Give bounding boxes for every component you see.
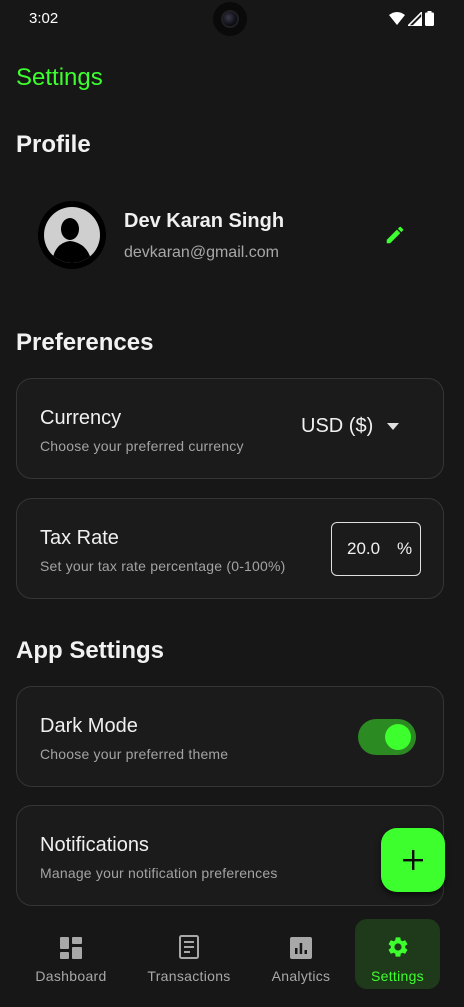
profile-name: Dev Karan Singh [124,210,285,232]
edit-profile-button[interactable] [380,220,410,250]
person-silhouette-icon [52,218,92,263]
nav-item-transactions[interactable]: Transactions [139,919,239,989]
section-title-preferences: Preferences [16,329,154,356]
section-title-profile: Profile [16,131,91,158]
profile-email: devkaran@gmail.com [124,244,279,261]
currency-subtitle: Choose your preferred currency [40,438,244,454]
notifications-subtitle: Manage your notification preferences [40,865,278,881]
tax-rate-card: Tax Rate Set your tax rate percentage (0… [16,498,444,599]
nav-item-settings[interactable]: Settings [355,919,440,989]
tax-rate-suffix: % [397,539,413,558]
avatar[interactable] [38,201,106,269]
tax-rate-subtitle: Set your tax rate percentage (0-100%) [40,558,286,574]
page-title: Settings [16,64,103,91]
currency-card: Currency Choose your preferred currency … [16,378,444,479]
dropdown-arrow-icon [387,423,400,430]
nav-item-dashboard[interactable]: Dashboard [26,919,116,989]
dark-mode-subtitle: Choose your preferred theme [40,746,229,762]
currency-title: Currency [40,407,122,429]
dashboard-icon [60,937,82,959]
nav-item-analytics[interactable]: Analytics [262,919,340,989]
nav-label-analytics: Analytics [271,968,331,984]
currency-dropdown[interactable]: USD ($) [301,415,400,438]
battery-icon [425,11,434,26]
camera-cutout [213,2,247,36]
bottom-nav: Dashboard Transactions Analytics Setting… [0,907,464,1007]
tax-rate-field[interactable]: % [331,522,421,576]
notifications-card[interactable]: Notifications Manage your notification p… [16,805,444,906]
tax-rate-title: Tax Rate [40,527,119,549]
gear-icon [388,937,407,957]
status-bar: 3:02 [0,0,464,38]
add-fab-button[interactable] [381,828,445,892]
dark-mode-toggle[interactable] [358,719,416,755]
notifications-title: Notifications [40,834,149,856]
wifi-icon [389,12,405,25]
dark-mode-card: Dark Mode Choose your preferred theme [16,686,444,787]
receipt-icon [179,935,199,959]
status-icons [389,11,434,26]
signal-icon [408,11,422,26]
analytics-icon [290,937,312,959]
toggle-knob [385,724,411,750]
nav-label-settings: Settings [371,968,424,984]
plus-icon [403,850,423,870]
status-time: 3:02 [29,10,59,27]
nav-label-dashboard: Dashboard [35,968,107,984]
nav-label-transactions: Transactions [147,968,231,984]
section-title-app-settings: App Settings [16,637,164,664]
pencil-icon [386,226,404,244]
currency-selected-value: USD ($) [301,415,374,437]
tax-rate-input[interactable] [347,539,391,559]
dark-mode-title: Dark Mode [40,715,138,737]
